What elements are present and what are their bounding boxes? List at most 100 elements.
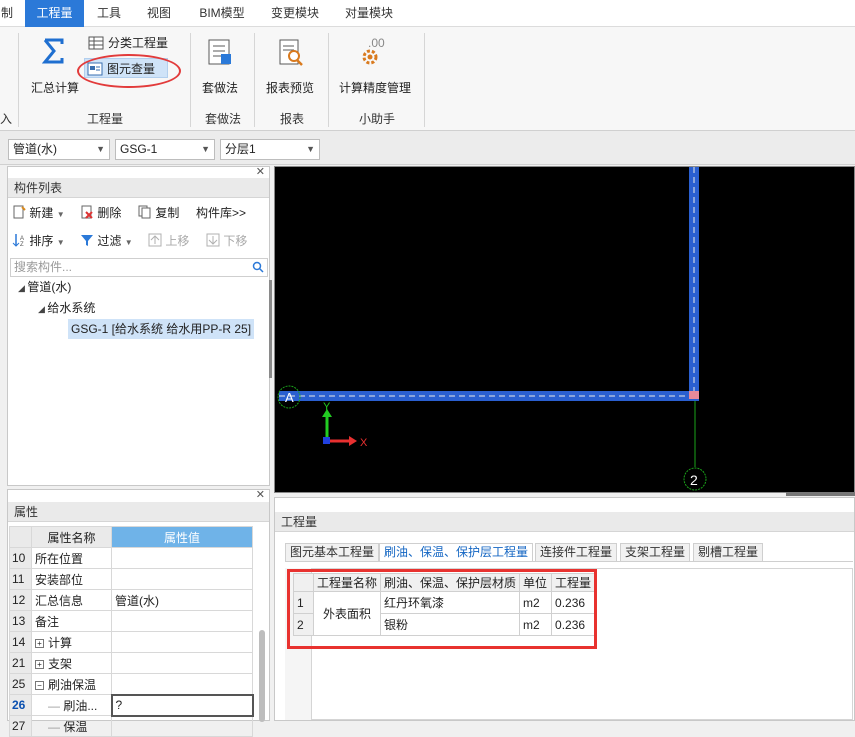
delete-icon <box>81 205 93 219</box>
tab-bracket-quantity[interactable]: 支架工程量 <box>620 543 691 562</box>
filter-button[interactable]: 过滤 ▼ <box>80 230 133 252</box>
ribbon-group-helper: 小助手 <box>358 112 395 126</box>
menu-item-quantity[interactable]: 工程量 <box>25 0 84 27</box>
property-name-label: 计算 <box>48 635 73 650</box>
apply-method-button[interactable]: 套做法 <box>193 35 247 105</box>
property-value[interactable] <box>111 568 253 590</box>
library-button[interactable]: 构件库>> <box>196 202 246 224</box>
property-value[interactable]: 管道(水) <box>111 589 253 611</box>
row-number: 11 <box>9 568 32 590</box>
row-number: 14 <box>9 631 32 653</box>
ribbon: 入 汇总计算 分类工程量 图元查量 工程量 套做法 套做法 报表预览 报表 .0… <box>0 27 855 131</box>
tab-basic-quantity[interactable]: 图元基本工程量 <box>285 543 380 562</box>
type-select[interactable]: 管道(水) ▼ <box>8 139 110 160</box>
summary-calc-button[interactable]: 汇总计算 <box>28 35 82 105</box>
new-button[interactable]: 新建 ▼ <box>12 202 65 224</box>
menu-item-draw[interactable]: 制 <box>0 0 14 27</box>
highlight-box <box>287 569 597 649</box>
component-select[interactable]: GSG-1 ▼ <box>115 139 215 160</box>
tree-line: — <box>48 698 64 713</box>
table-row[interactable]: 27 — 保温 <box>9 715 253 737</box>
new-label: 新建 <box>29 206 54 220</box>
tab-connector-quantity[interactable]: 连接件工程量 <box>535 543 618 562</box>
component-search-input[interactable]: 搜索构件... <box>10 258 268 277</box>
summary-calc-label: 汇总计算 <box>30 81 79 95</box>
tab-underline <box>285 561 853 562</box>
pipe-elbow <box>689 391 699 399</box>
property-value[interactable] <box>111 715 253 737</box>
component-select-value: GSG-1 <box>120 142 158 156</box>
layer-select[interactable]: 分层1 ▼ <box>220 139 320 160</box>
move-down-button[interactable]: 下移 <box>206 230 247 252</box>
property-value[interactable] <box>111 652 253 674</box>
close-icon[interactable]: ✕ <box>256 165 265 178</box>
menu-item-change-module[interactable]: 变更模块 <box>262 0 328 27</box>
table-row[interactable]: 13 备注 <box>9 610 253 632</box>
table-row[interactable]: 25 − 刷油保温 <box>9 673 253 695</box>
menu-item-compare-module[interactable]: 对量模块 <box>335 0 403 27</box>
row-number: 27 <box>9 715 32 737</box>
property-header-value: 属性值 <box>111 526 253 548</box>
ribbon-separator <box>190 33 191 127</box>
property-value-editing[interactable]: ? <box>110 693 254 717</box>
component-list-scrollbar[interactable] <box>269 280 272 378</box>
copy-label: 复制 <box>155 206 180 220</box>
search-icon[interactable] <box>252 261 264 273</box>
ribbon-group-apply: 套做法 <box>204 112 241 126</box>
copy-button[interactable]: 复制 <box>138 202 179 224</box>
property-value[interactable] <box>111 610 253 632</box>
tree-line: — <box>48 719 64 734</box>
tree-expand-icon[interactable]: ◢ <box>18 283 27 293</box>
menu-item-bim-model[interactable]: BIM模型 <box>190 0 254 27</box>
property-value[interactable] <box>111 631 253 653</box>
delete-button[interactable]: 删除 <box>80 202 121 224</box>
property-value[interactable] <box>111 547 253 569</box>
property-name-label: 刷油... <box>63 698 98 713</box>
row-number: 10 <box>9 547 32 569</box>
property-value[interactable] <box>111 673 253 695</box>
menu-item-view[interactable]: 视图 <box>138 0 180 27</box>
table-row[interactable]: 21 + 支架 <box>9 652 253 674</box>
expand-plus-icon[interactable]: + <box>35 659 44 669</box>
axis-a-label: A <box>285 390 294 405</box>
search-placeholder: 搜索构件... <box>14 260 73 274</box>
tab-paint-insulation-quantity[interactable]: 刷油、保温、保护层工程量 <box>379 543 534 562</box>
property-name: 所在位置 <box>31 547 112 569</box>
row-number: 25 <box>9 673 32 695</box>
tab-groove-quantity[interactable]: 剔槽工程量 <box>693 543 764 562</box>
drawing-canvas[interactable]: A 2 Y X <box>274 166 855 493</box>
table-row[interactable]: 14 + 计算 <box>9 631 253 653</box>
menu-item-tools[interactable]: 工具 <box>88 0 130 27</box>
property-name: — 保温 <box>31 715 112 737</box>
type-select-value: 管道(水) <box>13 142 57 156</box>
tree-expand-icon[interactable]: ◢ <box>38 304 47 314</box>
property-header-name: 属性名称 <box>31 526 112 548</box>
expand-plus-icon[interactable]: + <box>35 638 44 648</box>
report-preview-label: 报表预览 <box>265 81 314 95</box>
arrow-up-icon <box>148 233 162 247</box>
sort-button[interactable]: AZ 排序 ▼ <box>12 230 65 252</box>
table-row[interactable]: 12 汇总信息 管道(水) <box>9 589 253 611</box>
sigma-icon <box>42 38 64 64</box>
property-scrollbar[interactable] <box>259 630 265 722</box>
report-preview-icon <box>279 39 303 66</box>
report-preview-button[interactable]: 报表预览 <box>258 35 322 105</box>
precision-mgmt-button[interactable]: .00 计算精度管理 <box>334 35 416 105</box>
close-icon[interactable]: ✕ <box>256 488 265 501</box>
table-row[interactable]: 10 所在位置 <box>9 547 253 569</box>
tree-node-pipe-water[interactable]: ◢ 管道(水) <box>18 277 71 297</box>
highlight-ellipse <box>77 54 181 88</box>
filter-icon <box>81 235 93 246</box>
apply-method-icon <box>208 39 231 65</box>
table-row[interactable]: 11 安装部位 <box>9 568 253 590</box>
classify-qty-button[interactable]: 分类工程量 <box>86 33 176 53</box>
move-down-label: 下移 <box>223 234 248 248</box>
tree-node-water-system[interactable]: ◢ 给水系统 <box>38 298 95 318</box>
collapse-minus-icon[interactable]: − <box>35 680 44 690</box>
canvas-resize-grip[interactable] <box>786 492 855 496</box>
move-up-button[interactable]: 上移 <box>148 230 189 252</box>
chevron-down-icon: ▼ <box>56 210 65 219</box>
x-axis-label: X <box>360 437 368 449</box>
table-row-current[interactable]: 26 — 刷油... ? <box>9 693 254 717</box>
tree-node-gsg-1[interactable]: GSG-1 [给水系统 给水用PP-R 25] <box>68 319 255 339</box>
